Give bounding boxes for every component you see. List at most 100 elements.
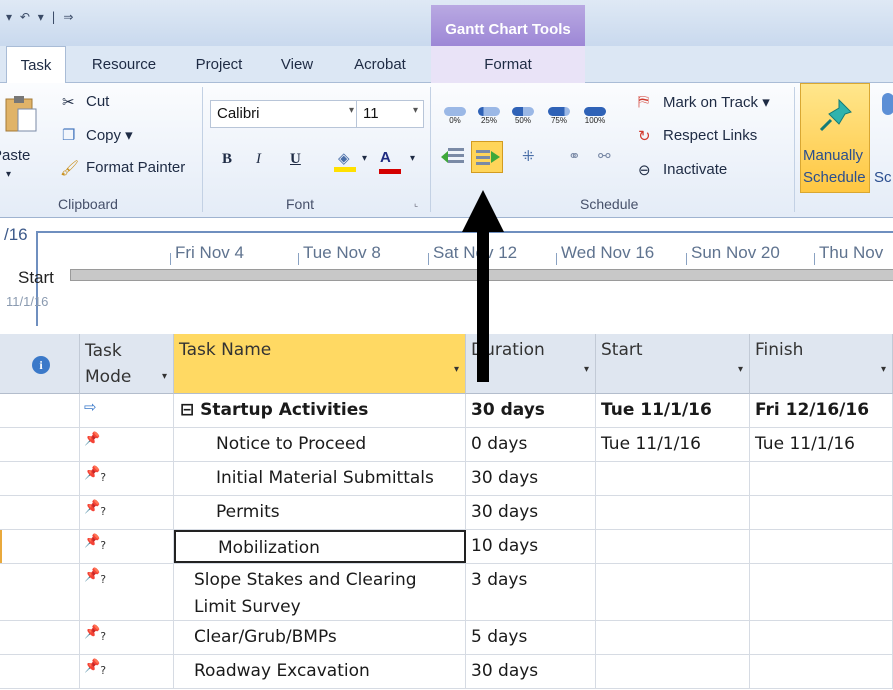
task-name-cell[interactable]: Initial Material Submittals: [174, 462, 466, 495]
finish-cell[interactable]: [750, 655, 893, 688]
auto-schedule-label-partial[interactable]: Sc: [874, 169, 892, 186]
task-mode-cell[interactable]: ⇨: [80, 394, 174, 427]
duration-cell[interactable]: 30 days: [466, 655, 596, 688]
table-row[interactable]: 📌? Mobilization 10 days: [0, 530, 893, 564]
copy-button[interactable]: Copy ▾: [86, 126, 133, 144]
duration-cell[interactable]: 3 days: [466, 564, 596, 620]
highlight-color-icon[interactable]: ◈: [334, 149, 360, 172]
scissors-icon[interactable]: ✂: [62, 93, 75, 111]
start-cell[interactable]: [596, 655, 750, 688]
start-cell[interactable]: [596, 462, 750, 495]
finish-cell[interactable]: [750, 462, 893, 495]
finish-cell[interactable]: [750, 564, 893, 620]
task-mode-cell[interactable]: 📌?: [80, 530, 174, 563]
tab-acrobat[interactable]: Acrobat: [340, 46, 420, 83]
inactivate-icon[interactable]: ⊖: [638, 161, 651, 179]
inactivate-button[interactable]: Inactivate: [663, 161, 727, 178]
task-mode-cell[interactable]: 📌?: [80, 655, 174, 688]
pct-complete-25-button[interactable]: 25%: [476, 105, 502, 127]
quick-access-toolbar[interactable]: ▾ ↶ ▾ | ⇒: [6, 10, 75, 24]
unlink-tasks-icon[interactable]: ⚯: [598, 147, 611, 165]
auto-schedule-icon[interactable]: [882, 93, 893, 115]
outdent-task-icon[interactable]: [440, 145, 466, 169]
pct-complete-100-button[interactable]: 100%: [582, 105, 608, 127]
task-name-cell[interactable]: Notice to Proceed: [174, 428, 466, 461]
task-mode-cell[interactable]: 📌?: [80, 496, 174, 529]
timeline-view[interactable]: /16 Fri Nov 4 Tue Nov 8 Sat Nov 12 Wed N…: [0, 219, 893, 326]
finish-cell[interactable]: [750, 530, 893, 563]
paste-icon[interactable]: [2, 95, 40, 135]
link-tasks-icon[interactable]: ⚭: [568, 147, 581, 165]
pct-complete-75-button[interactable]: 75%: [546, 105, 572, 127]
font-family-select[interactable]: Calibri ▾: [210, 100, 360, 128]
duration-cell[interactable]: 0 days: [466, 428, 596, 461]
indent-task-button[interactable]: [471, 141, 503, 173]
task-mode-cell[interactable]: 📌?: [80, 621, 174, 654]
task-name-cell[interactable]: Slope Stakes and Clearing Limit Survey: [174, 564, 466, 620]
info-column-header[interactable]: i: [0, 334, 80, 394]
task-name-cell[interactable]: Mobilization: [174, 530, 466, 563]
font-color-button[interactable]: A: [380, 149, 391, 166]
table-row[interactable]: ⇨ ⊟ Startup Activities 30 days Tue 11/1/16 F…: [0, 394, 893, 428]
table-row[interactable]: 📌 Notice to Proceed 0 days Tue 11/1/16 Tue 1…: [0, 428, 893, 462]
duration-cell[interactable]: 5 days: [466, 621, 596, 654]
respect-links-button[interactable]: Respect Links: [663, 127, 757, 144]
chevron-down-icon[interactable]: ▾: [410, 153, 415, 164]
info-cell[interactable]: [0, 428, 80, 461]
table-row[interactable]: 📌? Initial Material Submittals 30 days: [0, 462, 893, 496]
duration-cell[interactable]: 30 days: [466, 462, 596, 495]
dialog-launcher-icon[interactable]: ⌞: [414, 198, 418, 209]
info-cell[interactable]: [0, 655, 80, 688]
table-row[interactable]: 📌? Clear/Grub/BMPs 5 days: [0, 621, 893, 655]
duration-cell[interactable]: 30 days: [466, 394, 596, 427]
finish-cell[interactable]: [750, 496, 893, 529]
info-cell[interactable]: [0, 394, 80, 427]
start-cell[interactable]: [596, 564, 750, 620]
cut-button[interactable]: Cut: [86, 93, 109, 110]
mark-on-track-button[interactable]: Mark on Track ▾: [663, 93, 770, 111]
tab-task[interactable]: Task: [6, 46, 66, 84]
chevron-down-icon[interactable]: ▾: [362, 153, 367, 164]
bold-button[interactable]: B: [222, 151, 232, 168]
task-name-cell[interactable]: ⊟ Startup Activities: [174, 394, 466, 427]
start-cell[interactable]: [596, 496, 750, 529]
task-name-column-header[interactable]: Task Name ▾: [174, 334, 466, 394]
tab-project[interactable]: Project: [184, 46, 254, 83]
start-cell[interactable]: Tue 11/1/16: [596, 428, 750, 461]
task-mode-column-header[interactable]: Task Mode ▾: [80, 334, 174, 394]
info-cell[interactable]: [0, 496, 80, 529]
finish-cell[interactable]: [750, 621, 893, 654]
start-column-header[interactable]: Start ▾: [596, 334, 750, 394]
info-cell[interactable]: [0, 462, 80, 495]
task-mode-cell[interactable]: 📌?: [80, 462, 174, 495]
pct-complete-0-button[interactable]: 0%: [442, 105, 468, 127]
italic-button[interactable]: I: [256, 151, 261, 168]
finish-cell[interactable]: Tue 11/1/16: [750, 428, 893, 461]
start-cell[interactable]: [596, 621, 750, 654]
task-mode-cell[interactable]: 📌: [80, 428, 174, 461]
table-row[interactable]: 📌? Roadway Excavation 30 days: [0, 655, 893, 689]
tab-resource[interactable]: Resource: [80, 46, 168, 83]
split-task-icon[interactable]: ⁜: [522, 147, 535, 165]
pct-complete-50-button[interactable]: 50%: [510, 105, 536, 127]
start-cell[interactable]: Tue 11/1/16: [596, 394, 750, 427]
task-name-cell[interactable]: Roadway Excavation: [174, 655, 466, 688]
tab-format[interactable]: Format: [431, 46, 585, 83]
info-cell[interactable]: [0, 564, 80, 620]
table-row[interactable]: 📌? Slope Stakes and Clearing Limit Survey 3…: [0, 564, 893, 621]
info-cell[interactable]: [0, 530, 80, 563]
finish-column-header[interactable]: Finish ▾: [750, 334, 893, 394]
paste-label[interactable]: Paste: [0, 147, 30, 164]
font-size-select[interactable]: 11 ▾: [356, 100, 424, 128]
task-name-cell[interactable]: Clear/Grub/BMPs: [174, 621, 466, 654]
info-cell[interactable]: [0, 621, 80, 654]
gantt-grid[interactable]: i Task Mode ▾ Task Name ▾ Duration ▾ Start ▾…: [0, 334, 893, 690]
task-name-cell[interactable]: Permits: [174, 496, 466, 529]
copy-icon[interactable]: ❐: [62, 126, 75, 144]
start-cell[interactable]: [596, 530, 750, 563]
tab-view[interactable]: View: [272, 46, 322, 83]
mark-on-track-icon[interactable]: ⛿: [638, 93, 649, 110]
duration-cell[interactable]: 30 days: [466, 496, 596, 529]
respect-links-icon[interactable]: ↻: [638, 127, 651, 145]
duration-cell[interactable]: 10 days: [466, 530, 596, 563]
